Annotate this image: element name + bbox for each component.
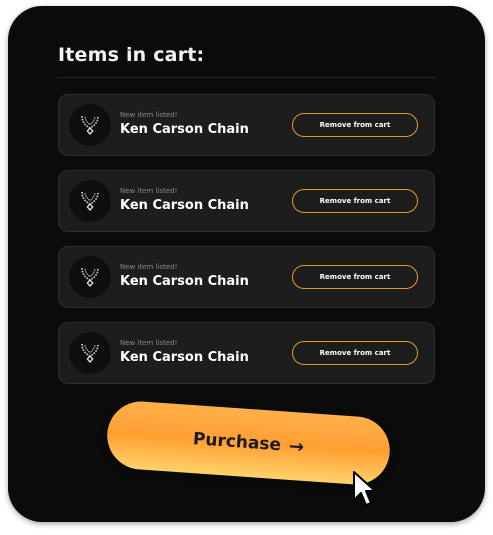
cart-item: New item listed! Ken Carson Chain Remove…	[58, 246, 435, 308]
remove-from-cart-button[interactable]: Remove from cart	[292, 341, 418, 365]
item-name: Ken Carson Chain	[120, 122, 249, 137]
arrow-right-icon: →	[288, 435, 305, 458]
purchase-label: Purchase	[192, 429, 282, 456]
item-eyebrow: New item listed!	[120, 263, 178, 271]
remove-from-cart-button[interactable]: Remove from cart	[292, 113, 418, 137]
cart-item: New item listed! Ken Carson Chain Remove…	[58, 322, 435, 384]
cart-title: Items in cart:	[58, 44, 205, 66]
chain-necklace-icon	[69, 104, 111, 146]
item-eyebrow: New item listed!	[120, 111, 178, 119]
title-divider	[58, 77, 436, 78]
item-name: Ken Carson Chain	[120, 198, 249, 213]
cart-item: New item listed! Ken Carson Chain Remove…	[58, 170, 435, 232]
item-name: Ken Carson Chain	[120, 274, 249, 289]
cart-item: New item listed! Ken Carson Chain Remove…	[58, 94, 435, 156]
chain-necklace-icon	[69, 332, 111, 374]
chain-necklace-icon	[69, 180, 111, 222]
remove-from-cart-button[interactable]: Remove from cart	[292, 189, 418, 213]
item-eyebrow: New item listed!	[120, 339, 178, 347]
item-eyebrow: New item listed!	[120, 187, 178, 195]
chain-necklace-icon	[69, 256, 111, 298]
item-name: Ken Carson Chain	[120, 350, 249, 365]
remove-from-cart-button[interactable]: Remove from cart	[292, 265, 418, 289]
mouse-pointer-icon	[352, 470, 378, 512]
